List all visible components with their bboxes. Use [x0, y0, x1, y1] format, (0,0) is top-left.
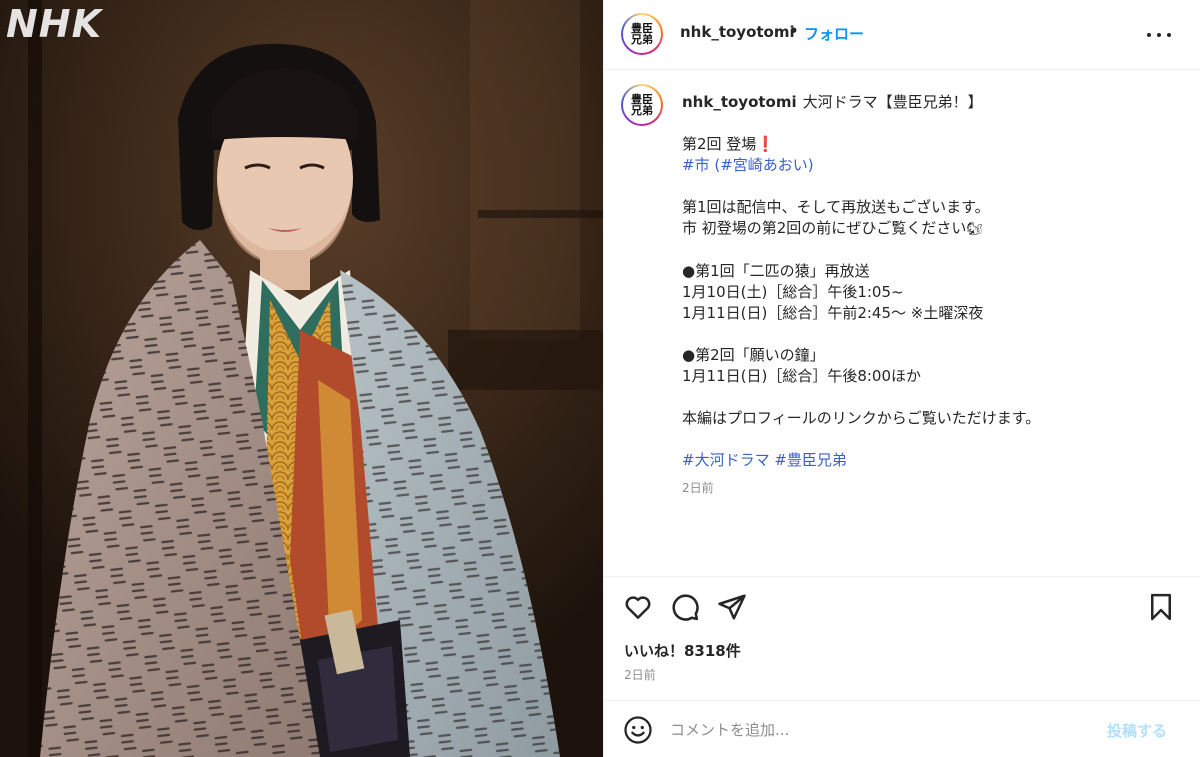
caption-username[interactable]: nhk_toyotomi	[682, 93, 797, 111]
comment-icon[interactable]	[670, 592, 700, 622]
caption-avatar[interactable]: 豊臣兄弟	[621, 84, 663, 126]
likes-count[interactable]: いいね！8318件	[624, 640, 741, 661]
caption-text: nhk_toyotomi 大河ドラマ【豊臣兄弟！】 第2回 登場❗ #市 (#宮崎…	[682, 92, 1182, 471]
comment-input[interactable]	[670, 717, 1070, 743]
caption-timestamp: 2日前	[682, 481, 714, 495]
hashtag-toyotomi-kyoudai[interactable]: #豊臣兄弟	[774, 451, 847, 469]
bookmark-icon[interactable]	[1146, 592, 1176, 622]
avatar-logo-text: 豊臣兄弟	[631, 93, 653, 117]
caption-title: 大河ドラマ【豊臣兄弟！】	[802, 93, 983, 111]
caption-line: 第1回は配信中、そして再放送もございます。	[682, 198, 990, 216]
paren-open: (	[709, 156, 721, 174]
more-options-icon[interactable]	[1144, 22, 1174, 46]
avatar[interactable]: 豊臣兄弟	[621, 13, 663, 55]
avatar-logo-text: 豊臣兄弟	[631, 22, 653, 46]
caption-line: ●第2回「願いの鐘」	[682, 346, 825, 364]
follow-button[interactable]: フォロー	[804, 23, 864, 44]
paren-close: )	[807, 156, 814, 174]
hashtag-taiga-drama[interactable]: #大河ドラマ	[682, 451, 770, 469]
heart-icon[interactable]	[623, 592, 653, 622]
caption-line: 1月11日(日)［総合］午前2:45〜 ※土曜深夜	[682, 304, 984, 322]
squirrel-emoji-icon: 🐿	[966, 222, 983, 237]
caption-line: 本編はプロフィールのリンクからご覧いただけます。	[682, 409, 1041, 427]
separator-dot: •	[789, 22, 799, 40]
post-photo[interactable]: NHK	[0, 0, 603, 757]
caption-line: 第2回 登場	[682, 135, 757, 153]
post-caption: 豊臣兄弟 nhk_toyotomi 大河ドラマ【豊臣兄弟！】 第2回 登場❗ #市…	[604, 70, 1200, 577]
caption-line: 1月10日(土)［総合］午後1:05~	[682, 283, 904, 301]
caption-line: 1月11日(日)［総合］午後8:00ほか	[682, 367, 922, 385]
header-username[interactable]: nhk_toyotomi	[680, 23, 795, 41]
caption-line: ●第1回「二匹の猿」再放送	[682, 262, 870, 280]
post-comment-button[interactable]: 投稿する	[1107, 720, 1167, 741]
caption-line: 市 初登場の第2回の前にぜひご覧ください	[682, 219, 967, 237]
post-header: 豊臣兄弟 nhk_toyotomi • フォロー	[604, 0, 1200, 70]
hashtag-ichi[interactable]: #市	[682, 156, 710, 174]
comment-bar: 投稿する	[604, 700, 1200, 757]
post-sidebar: 豊臣兄弟 nhk_toyotomi • フォロー 豊臣兄弟 nhk_toyoto…	[603, 0, 1200, 757]
share-icon[interactable]	[717, 592, 747, 622]
action-bar	[604, 578, 1200, 638]
portrait-illustration	[0, 0, 603, 757]
emoji-icon[interactable]	[623, 715, 653, 745]
post-timestamp: 2日前	[624, 668, 656, 682]
hashtag-miyazaki-aoi[interactable]: #宮崎あおい	[720, 156, 808, 174]
nhk-watermark: NHK	[6, 2, 103, 46]
exclamation-icon: ❗	[756, 135, 775, 153]
